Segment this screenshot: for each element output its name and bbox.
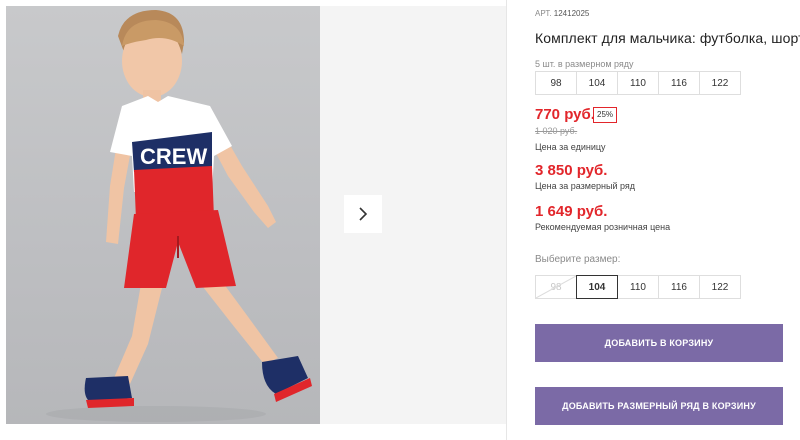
article-label: АРТ. bbox=[535, 9, 552, 18]
size-option-110[interactable]: 110 bbox=[617, 275, 659, 299]
size-range-cell: 110 bbox=[617, 71, 659, 95]
unavailable-cross-icon bbox=[536, 276, 576, 298]
old-price: 1 020 руб. bbox=[535, 126, 578, 136]
boy-figure-illustration: CREW bbox=[46, 10, 312, 422]
size-range-caption: 5 шт. в размерном ряду bbox=[535, 59, 634, 69]
size-range-cell: 98 bbox=[535, 71, 577, 95]
size-selector: 98 104 110 116 122 bbox=[535, 275, 741, 299]
product-photo[interactable]: CREW bbox=[6, 6, 320, 424]
size-option-98: 98 bbox=[535, 275, 577, 299]
add-to-cart-button[interactable]: Добавить в корзину bbox=[535, 324, 783, 362]
row-price: 3 850 руб. bbox=[535, 162, 608, 179]
add-size-row-to-cart-button[interactable]: Добавить размерный ряд в корзину bbox=[535, 387, 783, 425]
size-option-116[interactable]: 116 bbox=[658, 275, 700, 299]
unit-price: 770 руб. bbox=[535, 106, 595, 123]
article-line: АРТ. 12412025 bbox=[535, 9, 589, 18]
next-image-button[interactable] bbox=[344, 195, 382, 233]
size-option-104[interactable]: 104 bbox=[576, 275, 618, 299]
chevron-right-icon bbox=[359, 207, 368, 221]
size-range-cell: 122 bbox=[699, 71, 741, 95]
vertical-divider bbox=[506, 0, 507, 440]
discount-badge: 25% bbox=[593, 107, 618, 123]
choose-size-label: Выберите размер: bbox=[535, 254, 621, 265]
size-range-list: 98 104 110 116 122 bbox=[535, 71, 741, 95]
shirt-print-text: CREW bbox=[140, 144, 207, 169]
retail-price-label: Рекомендуемая розничная цена bbox=[535, 222, 671, 232]
size-range-cell: 116 bbox=[658, 71, 700, 95]
retail-price: 1 649 руб. bbox=[535, 203, 608, 220]
size-range-cell: 104 bbox=[576, 71, 618, 95]
row-price-label: Цена за размерный ряд bbox=[535, 181, 636, 191]
product-title: Комплект для мальчика: футболка, шорты bbox=[535, 30, 800, 46]
product-gallery: CREW bbox=[0, 0, 506, 440]
article-number: 12412025 bbox=[553, 9, 590, 18]
size-option-122[interactable]: 122 bbox=[699, 275, 741, 299]
unit-price-label: Цена за единицу bbox=[535, 142, 606, 152]
